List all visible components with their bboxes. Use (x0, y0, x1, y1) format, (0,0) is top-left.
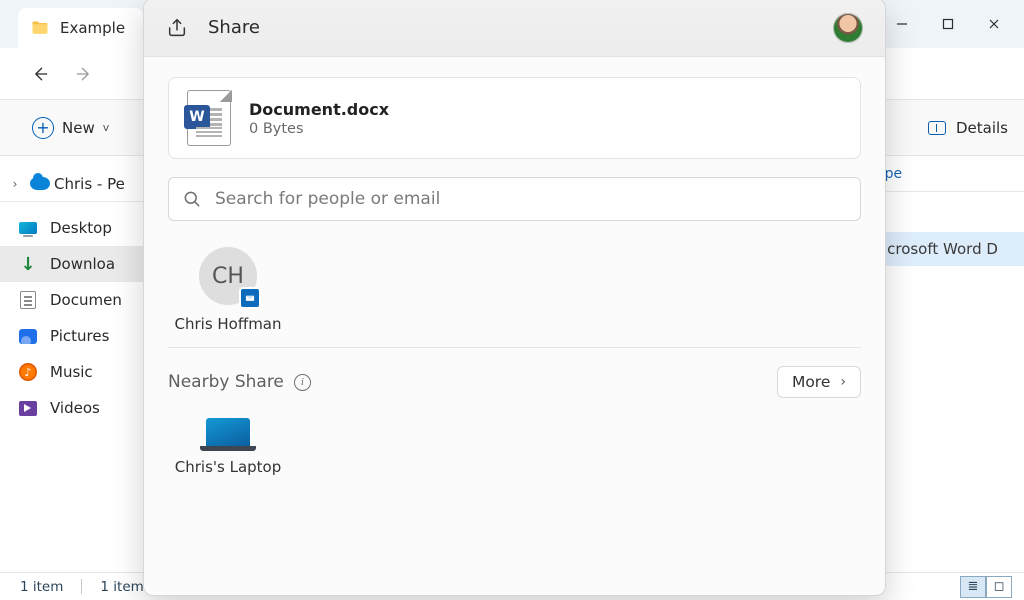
share-contact[interactable]: CH Chris Hoffman (168, 247, 288, 333)
cell-type: Microsoft Word D (870, 240, 1010, 258)
nearby-share-title: Nearby Share (168, 372, 284, 392)
downloads-icon: ↓ (18, 254, 38, 274)
music-icon (18, 362, 38, 382)
window-tab[interactable]: Example (18, 8, 143, 48)
sidebar-item-label: Documen (50, 291, 122, 309)
tab-title: Example (60, 19, 125, 37)
sidebar-item-label: Pictures (50, 327, 109, 345)
sidebar-item-label: Music (50, 363, 93, 381)
more-button[interactable]: More › (777, 366, 861, 398)
window-controls (880, 8, 1016, 40)
details-pane-icon (928, 121, 946, 135)
pictures-icon (18, 326, 38, 346)
status-selection: 1 item (100, 579, 143, 595)
new-button[interactable]: + New ⅴ (22, 110, 119, 146)
chevron-right-icon: › (4, 177, 26, 191)
file-name: Document.docx (249, 100, 389, 119)
videos-icon (18, 398, 38, 418)
back-button[interactable] (22, 56, 58, 92)
avatar[interactable] (833, 13, 863, 43)
close-button[interactable] (972, 8, 1016, 40)
laptop-icon (206, 418, 250, 446)
share-file-card: W Document.docx 0 Bytes (168, 77, 861, 159)
contact-avatar: CH (199, 247, 257, 305)
details-pane-button[interactable]: Details (922, 119, 1014, 137)
maximize-button[interactable] (926, 8, 970, 40)
sidebar-item-label: Videos (50, 399, 100, 417)
nearby-share-header: Nearby Share i More › (168, 366, 861, 398)
sidebar-item-label: Chris - Pe (54, 175, 125, 193)
search-input[interactable] (168, 177, 861, 221)
status-count: 1 item (20, 579, 63, 595)
plus-icon: + (32, 117, 54, 139)
nearby-device[interactable]: Chris's Laptop (168, 418, 288, 476)
more-label: More (792, 373, 830, 391)
divider (81, 579, 82, 594)
share-title: Share (208, 17, 260, 38)
outlook-badge-icon (239, 287, 261, 309)
chevron-down-icon: ⅴ (103, 121, 110, 134)
share-search (168, 177, 861, 221)
view-toggle: ≣ ◻ (960, 576, 1012, 598)
minimize-button[interactable] (880, 8, 924, 40)
device-name: Chris's Laptop (175, 458, 282, 476)
desktop-icon (18, 218, 38, 238)
chevron-right-icon: › (840, 374, 846, 390)
documents-icon (18, 290, 38, 310)
file-size: 0 Bytes (249, 121, 389, 137)
tiles-view-button[interactable]: ◻ (986, 576, 1012, 598)
column-type[interactable]: Type (870, 166, 1010, 182)
word-badge: W (184, 105, 210, 129)
share-header: Share (144, 0, 885, 57)
info-icon[interactable]: i (294, 374, 311, 391)
share-icon (166, 17, 188, 39)
forward-button[interactable] (66, 56, 102, 92)
sidebar-item-label: Downloa (50, 255, 115, 273)
folder-icon (30, 18, 50, 38)
contact-name: Chris Hoffman (175, 315, 282, 333)
contact-initials: CH (212, 264, 244, 289)
devices-row: Chris's Laptop (168, 416, 861, 476)
people-row: CH Chris Hoffman (168, 239, 861, 348)
share-panel: Share W Document.docx 0 Bytes CH (143, 0, 886, 596)
sidebar-item-label: Desktop (50, 219, 112, 237)
word-doc-icon: W (187, 90, 231, 146)
details-view-button[interactable]: ≣ (960, 576, 986, 598)
new-label: New (62, 119, 95, 137)
search-icon (182, 189, 202, 209)
onedrive-icon (30, 174, 50, 194)
details-label: Details (956, 119, 1008, 137)
